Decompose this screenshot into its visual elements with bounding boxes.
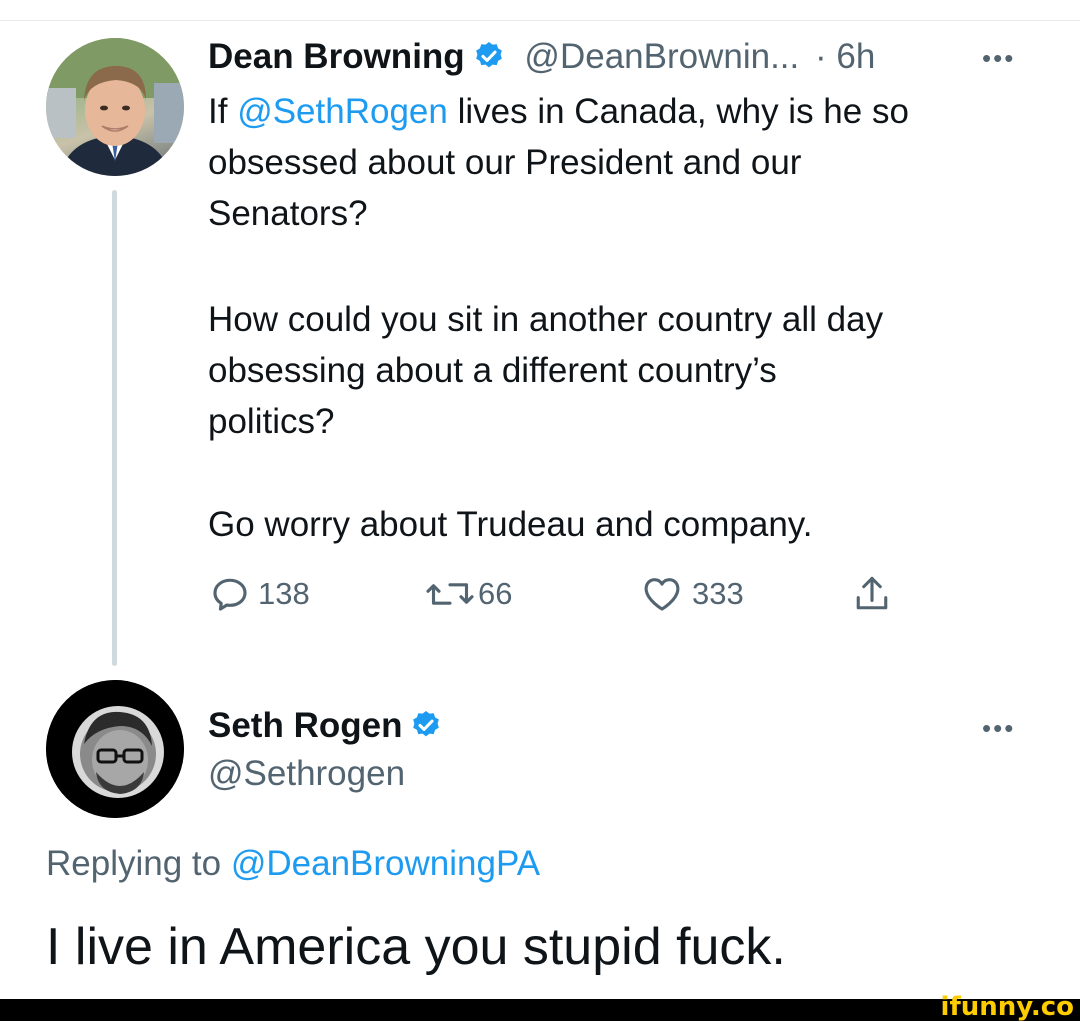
tweet-text-line-5: obsessing about a different country’s xyxy=(208,351,777,390)
verified-badge-icon xyxy=(410,709,442,750)
heart-icon xyxy=(640,572,684,616)
mention-link[interactable]: @SethRogen xyxy=(237,92,448,131)
tweet-text-line-1: If @SethRogen lives in Canada, why is he… xyxy=(208,86,909,137)
reply-author-handle[interactable]: @Sethrogen xyxy=(208,754,405,794)
replying-to-handle-link[interactable]: @DeanBrowningPA xyxy=(231,844,540,883)
share-icon xyxy=(850,572,894,616)
replying-to-label: Replying to xyxy=(46,844,222,883)
seth-rogen-avatar[interactable] xyxy=(46,680,184,818)
watermark-bar xyxy=(0,999,1080,1021)
reply-count: 138 xyxy=(258,576,310,611)
share-action-button[interactable] xyxy=(850,572,894,616)
retweet-count: 66 xyxy=(478,576,513,611)
thread-connector-line xyxy=(112,190,117,666)
more-dots-icon[interactable]: ••• xyxy=(982,45,1015,71)
portrait-image xyxy=(46,38,184,176)
more-dots-icon[interactable]: ••• xyxy=(982,715,1015,741)
ifunny-watermark-logo: ifunny.co xyxy=(940,992,1074,1022)
tweet-text-segment: If xyxy=(208,92,238,131)
tweet-author-name[interactable]: Dean Browning xyxy=(208,37,465,76)
retweet-action-button[interactable]: 66 xyxy=(424,572,512,616)
tweet-timestamp[interactable]: · 6h xyxy=(815,37,875,76)
top-divider xyxy=(0,20,1080,21)
like-action-button[interactable]: 333 xyxy=(640,572,744,616)
reply-author-header: Seth Rogen xyxy=(208,706,442,750)
tweet-text-line-2: obsessed about our President and our xyxy=(208,143,802,182)
dean-browning-avatar[interactable] xyxy=(46,38,184,176)
tweet-text-line-4: How could you sit in another country all… xyxy=(208,300,884,339)
reply-author-name[interactable]: Seth Rogen xyxy=(208,706,402,745)
reply-icon xyxy=(208,572,252,616)
tweet-author-handle[interactable]: @DeanBrownin... xyxy=(524,37,799,76)
tweet-author-header: Dean Browning @DeanBrownin... · 6h xyxy=(208,37,875,81)
tweet-text-segment: lives in Canada, why is he so xyxy=(447,92,909,131)
reply-action-button[interactable]: 138 xyxy=(208,572,310,616)
replying-to-line: Replying to @DeanBrowningPA xyxy=(46,843,540,885)
verified-badge-icon xyxy=(473,40,505,81)
reply-tweet-text: I live in America you stupid fuck. xyxy=(46,918,786,976)
like-count: 333 xyxy=(692,576,744,611)
tweet-text-line-6: politics? xyxy=(208,402,335,441)
tweet-text-line-7: Go worry about Trudeau and company. xyxy=(208,505,813,544)
portrait-image xyxy=(46,680,184,818)
tweet-text-line-3: Senators? xyxy=(208,194,368,233)
retweet-icon xyxy=(424,572,476,616)
